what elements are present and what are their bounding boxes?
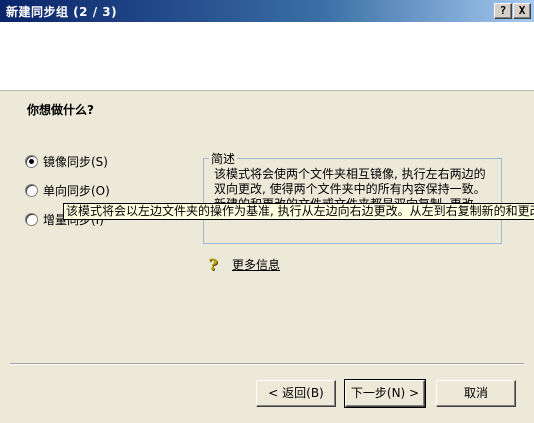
next-button[interactable]: 下一步(N) >	[344, 379, 426, 408]
page-heading: 你想做什么?	[27, 103, 94, 117]
option-one-way-sync[interactable]: 单向同步(O)	[25, 182, 110, 198]
separator	[10, 363, 524, 365]
option-mirror-sync[interactable]: 镜像同步(S)	[25, 153, 108, 169]
incremental-radio[interactable]	[25, 212, 38, 226]
window-title: 新建同步组 (2 / 3)	[6, 5, 118, 19]
mirror-radio[interactable]	[25, 154, 38, 168]
title-bar: 新建同步组 (2 / 3) ? X	[0, 0, 534, 22]
back-button[interactable]: < 返回(B)	[256, 380, 336, 407]
description-text: 该模式将会使两个文件夹相互镜像, 执行左右两边的双向更改, 使得两个文件夹中的所…	[214, 167, 486, 207]
option-tooltip: 该模式将会以左边文件夹的操作为基准, 执行从左边向右边更改。从左到右复制新的和更…	[63, 203, 534, 220]
close-button[interactable]: X	[513, 3, 531, 19]
more-info-label[interactable]: 更多信息	[232, 256, 280, 273]
header-panel	[0, 22, 534, 91]
question-mark-icon: ?	[208, 254, 218, 274]
one-way-label: 单向同步(O)	[43, 183, 110, 198]
help-button[interactable]: ?	[494, 3, 512, 19]
one-way-radio[interactable]	[25, 183, 38, 197]
more-info-link[interactable]: ? 更多信息	[206, 256, 280, 273]
mirror-label: 镜像同步(S)	[43, 154, 108, 169]
description-legend: 简述	[209, 150, 238, 167]
sync-wizard-window: 新建同步组 (2 / 3) ? X 你想做什么? 镜像同步(S) 单向同步(O)…	[0, 0, 534, 423]
cancel-button[interactable]: 取消	[436, 380, 516, 407]
